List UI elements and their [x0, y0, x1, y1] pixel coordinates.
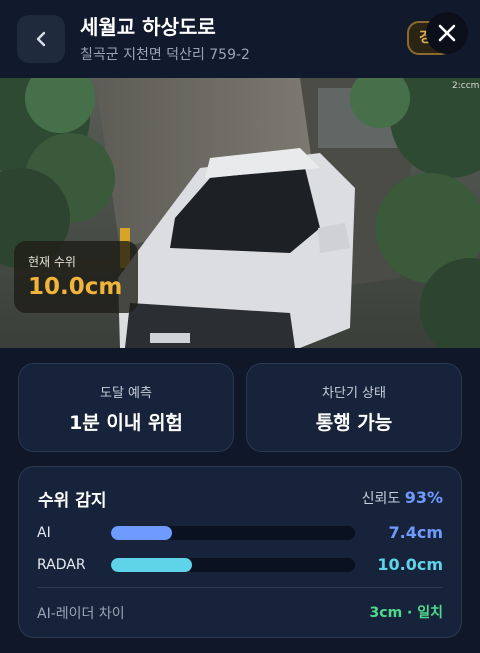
detection-title: 수위 감지 [38, 491, 107, 511]
arrival-forecast-value: 1분 이내 위험 [69, 412, 183, 434]
chevron-left-icon [36, 31, 46, 47]
water-level-detection-panel: 수위 감지 신뢰도 93% AI 7.4cm RADAR 10.0cm AI-레… [18, 466, 462, 638]
divider [37, 587, 443, 588]
ai-label: AI [37, 525, 51, 541]
difference-value: 3cm · 일치 [369, 605, 443, 621]
difference-label: AI-레이더 차이 [37, 606, 125, 622]
current-level-value: 10.0cm [28, 274, 123, 300]
radar-level-bar [111, 558, 355, 572]
confidence-value: 93% [404, 488, 443, 507]
location-address: 칠곡군 지천면 덕산리 759-2 [80, 47, 250, 63]
radar-level-value: 10.0cm [377, 555, 443, 574]
barrier-status-card: 차단기 상태 통행 가능 [246, 363, 462, 452]
header: 세월교 하상도로 칠곡군 지천면 덕산리 759-2 경보 [0, 0, 480, 78]
ai-level-value: 7.4cm [388, 523, 444, 542]
camera-watermark: 2:ccm [452, 81, 479, 91]
arrival-forecast-label: 도달 예측 [100, 386, 152, 401]
confidence-label: 신뢰도 [361, 491, 401, 507]
confidence: 신뢰도 93% [362, 488, 443, 508]
radar-label: RADAR [37, 557, 86, 573]
page-title: 세월교 하상도로 [80, 15, 216, 39]
current-level-card: 현재 수위 10.0cm [14, 241, 138, 313]
barrier-status-label: 차단기 상태 [322, 386, 386, 401]
ai-level-fill [111, 526, 172, 540]
radar-level-fill [111, 558, 192, 572]
ai-level-bar [111, 526, 355, 540]
barrier-status-value: 통행 가능 [315, 412, 393, 434]
arrival-forecast-card: 도달 예측 1분 이내 위험 [18, 363, 234, 452]
current-level-label: 현재 수위 [28, 255, 76, 269]
close-button[interactable] [426, 12, 468, 54]
close-icon [438, 24, 456, 42]
back-button[interactable] [17, 15, 65, 63]
camera-feed[interactable]: 2:ccm 현재 수위 10.0cm [0, 78, 480, 348]
